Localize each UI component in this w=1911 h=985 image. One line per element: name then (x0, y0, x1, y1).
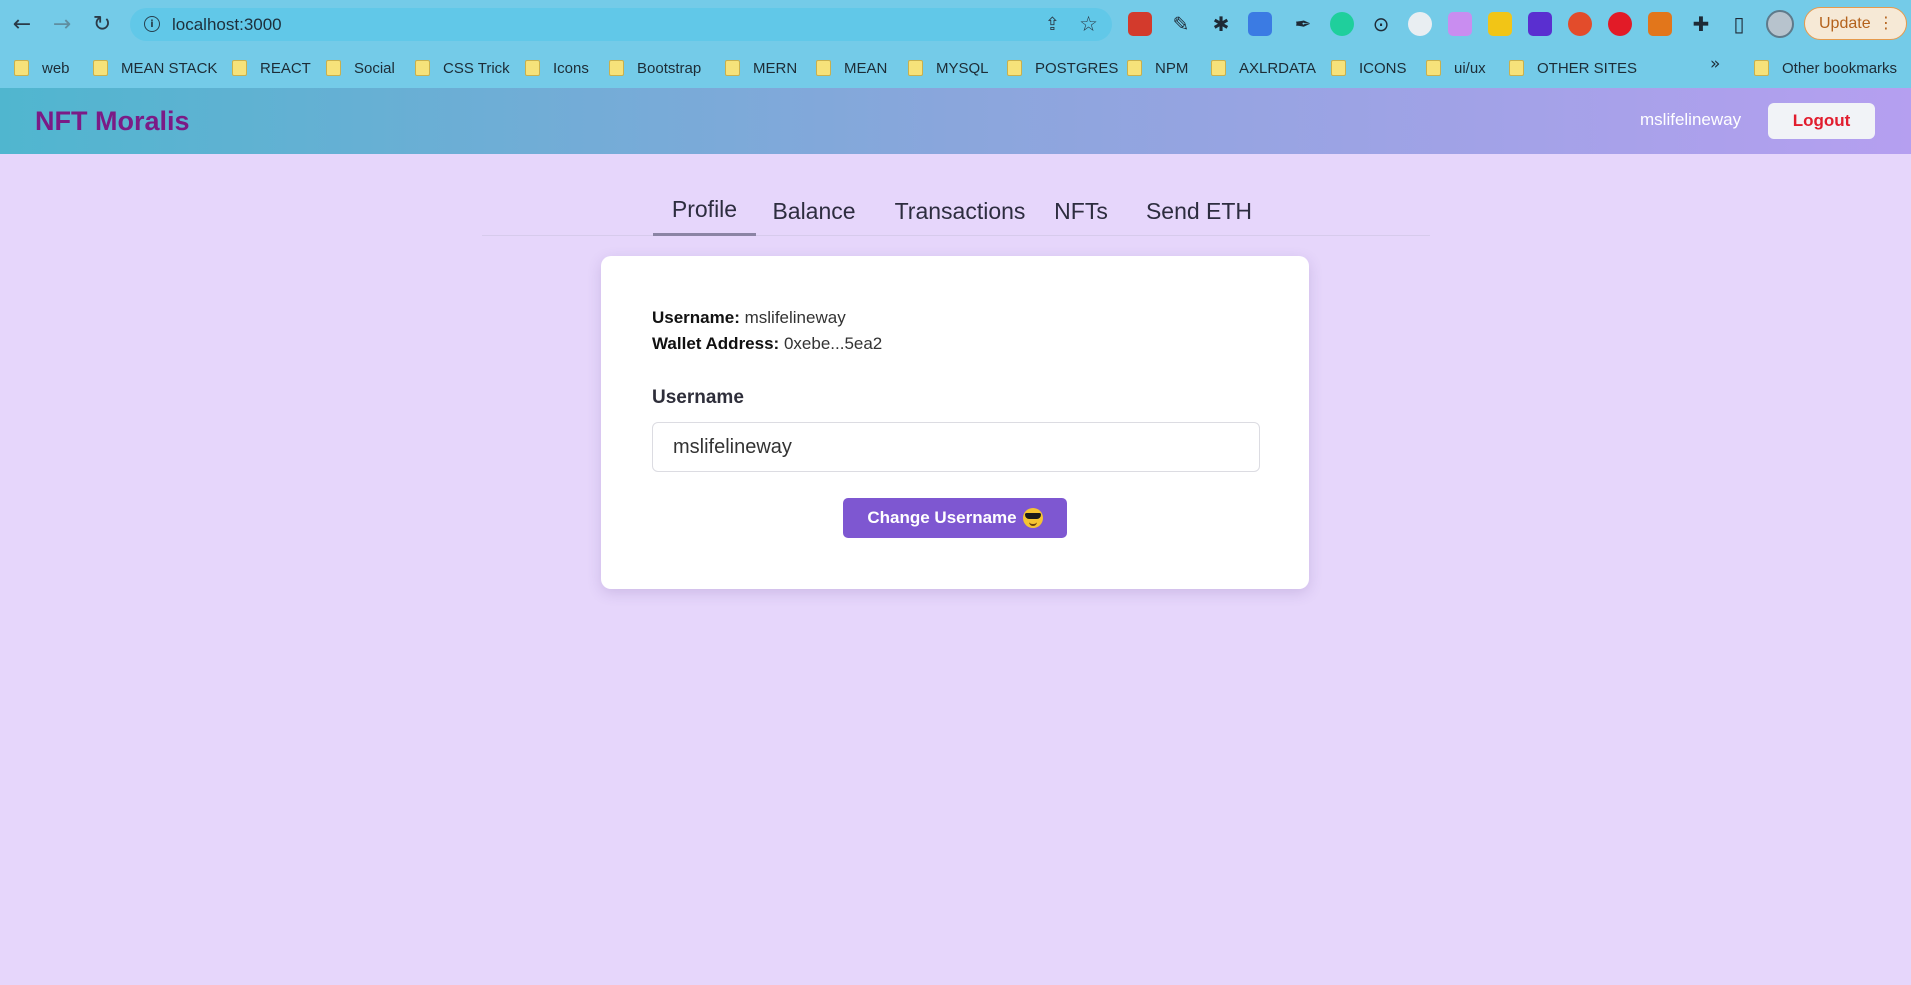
folder-icon (1127, 60, 1142, 76)
forward-icon[interactable]: → (48, 10, 76, 38)
bookmarks-bar: web MEAN STACK REACT Social CSS Trick Ic… (0, 48, 1911, 88)
username-info-label: Username: (652, 308, 740, 327)
tab-send-eth[interactable]: Send ETH (1132, 186, 1266, 236)
bookmark-icons[interactable]: Icons (525, 56, 589, 80)
code-icon[interactable]: ⊙ (1368, 10, 1394, 38)
folder-icon (1331, 60, 1346, 76)
more-icon: ⋮ (1878, 13, 1894, 32)
puzzle-icon[interactable]: ✚ (1688, 10, 1714, 38)
tab-transactions[interactable]: Transactions (880, 186, 1040, 236)
folder-icon (816, 60, 831, 76)
purple-badge-icon[interactable] (1528, 12, 1552, 36)
username-input[interactable] (652, 422, 1260, 472)
block-icon[interactable] (1608, 12, 1632, 36)
bookmark-mean-stack[interactable]: MEAN STACK (93, 56, 217, 80)
gradient-icon[interactable] (1448, 12, 1472, 36)
app-navbar: NFT Moralis mslifelineway Logout (0, 88, 1911, 154)
username-info-value: mslifelineway (744, 308, 846, 327)
timer-icon[interactable] (1408, 12, 1432, 36)
folder-icon (609, 60, 624, 76)
bookmark-css-trick[interactable]: CSS Trick (415, 56, 510, 80)
address-bar[interactable]: i localhost:3000 ⇪ ☆ (130, 8, 1112, 41)
username-info: Username: mslifelineway (652, 308, 846, 328)
change-username-label: Change Username (867, 508, 1017, 527)
bookmark-mysql[interactable]: MYSQL (908, 56, 989, 80)
wallet-info-value: 0xebe...5ea2 (783, 334, 883, 353)
metamask-icon[interactable] (1648, 12, 1672, 36)
folder-icon (1007, 60, 1022, 76)
tab-balance[interactable]: Balance (764, 186, 864, 236)
folder-icon (1211, 60, 1226, 76)
tab-list: Profile Balance Transactions NFTs Send E… (482, 186, 1430, 236)
folder-icon (525, 60, 540, 76)
bookmark-star-icon[interactable]: ☆ (1079, 12, 1098, 36)
bookmark-mean[interactable]: MEAN (816, 56, 887, 80)
folder-icon (326, 60, 341, 76)
yellow-extension-icon[interactable] (1488, 12, 1512, 36)
translate-icon[interactable] (1248, 12, 1272, 36)
folder-icon (1426, 60, 1441, 76)
share-icon[interactable]: ⇪ (1045, 14, 1060, 35)
eyedropper-icon[interactable]: ✎ (1168, 10, 1194, 38)
red-extension-icon[interactable] (1128, 12, 1152, 36)
bookmark-ui-ux[interactable]: ui/ux (1426, 56, 1486, 80)
change-username-button[interactable]: Change Username (843, 498, 1067, 538)
folder-icon (908, 60, 923, 76)
wallet-info-label: Wallet Address: (652, 334, 780, 353)
folder-icon (725, 60, 740, 76)
site-info-icon[interactable]: i (144, 16, 160, 32)
bookmark-postgres[interactable]: POSTGRES (1007, 56, 1118, 80)
folder-icon (232, 60, 247, 76)
bookmark-other-bookmarks[interactable]: Other bookmarks (1754, 56, 1897, 80)
chevron-right-icon[interactable]: » (1710, 54, 1720, 74)
logout-button[interactable]: Logout (1768, 103, 1875, 139)
nav-username: mslifelineway (1640, 110, 1742, 129)
folder-icon (415, 60, 430, 76)
sunglasses-emoji-icon (1022, 508, 1043, 528)
bookmark-web[interactable]: web (14, 56, 70, 80)
bookmark-mern[interactable]: MERN (725, 56, 797, 80)
brand-logo[interactable]: NFT Moralis (35, 106, 190, 137)
wallet-info: Wallet Address: 0xebe...5ea2 (652, 334, 882, 354)
multicolor-icon[interactable] (1568, 12, 1592, 36)
browser-toolbar: ← → ↻ i localhost:3000 ⇪ ☆ ✎ ✱ ✒ ⊙ ✚ ▯ U… (0, 0, 1911, 48)
bookmark-bootstrap[interactable]: Bootstrap (609, 56, 701, 80)
avatar[interactable] (1766, 10, 1794, 38)
folder-icon (14, 60, 29, 76)
folder-icon (1754, 60, 1769, 76)
sidepanel-icon[interactable]: ▯ (1726, 10, 1752, 38)
bookmark-icons-upper[interactable]: ICONS (1331, 56, 1407, 80)
profile-card: Username: mslifelineway Wallet Address: … (601, 256, 1309, 589)
username-field-label: Username (652, 387, 744, 408)
tab-nfts[interactable]: NFTs (1048, 186, 1114, 236)
bookmark-social[interactable]: Social (326, 56, 395, 80)
bookmark-other-sites[interactable]: OTHER SITES (1509, 56, 1637, 80)
folder-icon (1509, 60, 1524, 76)
reload-icon[interactable]: ↻ (88, 10, 116, 38)
tab-profile[interactable]: Profile (653, 186, 756, 236)
bookmark-axlrdata[interactable]: AXLRDATA (1211, 56, 1316, 80)
bug-icon[interactable]: ✱ (1208, 10, 1234, 38)
back-icon[interactable]: ← (8, 10, 36, 38)
update-label: Update (1819, 14, 1871, 32)
update-button[interactable]: Update ⋮ (1804, 7, 1907, 40)
url-text[interactable]: localhost:3000 (172, 15, 282, 35)
pen-icon[interactable]: ✒ (1290, 10, 1316, 38)
bookmark-npm[interactable]: NPM (1127, 56, 1188, 80)
folder-icon (93, 60, 108, 76)
bookmark-react[interactable]: REACT (232, 56, 311, 80)
green-extension-icon[interactable] (1330, 12, 1354, 36)
